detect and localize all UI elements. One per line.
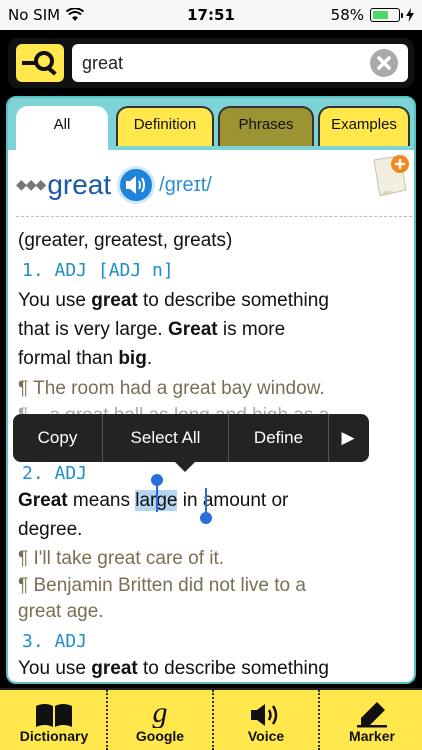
select-all-menu-item[interactable]: Select All: [103, 414, 229, 462]
tab-all[interactable]: All: [16, 106, 108, 150]
search-input[interactable]: [72, 44, 408, 82]
add-note-icon[interactable]: [372, 154, 410, 198]
google-label: Google: [135, 728, 185, 744]
headword-row: ◆◆◆ great /greɪt/: [16, 166, 212, 204]
sense-1-definition-end: formal than big.: [18, 348, 153, 369]
status-bar: No SIM 17:51 58%: [0, 0, 422, 30]
tab-definition[interactable]: Definition: [116, 106, 214, 146]
marker-label: Marker: [349, 728, 395, 744]
pronounce-button[interactable]: [117, 166, 156, 204]
tab-phrases[interactable]: Phrases: [218, 106, 314, 146]
divider: [16, 216, 412, 217]
charging-icon: [406, 8, 414, 22]
headword: great: [47, 169, 112, 200]
dictionary-button[interactable]: Dictionary: [2, 690, 106, 750]
more-menu-arrow[interactable]: ▶: [329, 414, 367, 462]
voice-label: Voice: [247, 728, 285, 744]
sense-2-definition: Great means large in amount or: [18, 490, 289, 511]
example-3: ¶ I'll take great care of it.: [18, 548, 225, 569]
search-field[interactable]: [72, 44, 408, 82]
sense-1-definition: You use great to describe something: [18, 290, 329, 311]
inflections: (greater, greatest, greats): [18, 230, 233, 251]
speaker-icon: [251, 704, 278, 726]
pronunciation: /greɪt/: [159, 173, 212, 196]
sense-1-label: 1. ADJ [ADJ n]: [22, 260, 174, 281]
battery-icon: [370, 8, 403, 22]
sense-1-definition-cont: that is very large. Great is more: [18, 319, 286, 340]
menu-pointer: [173, 460, 197, 472]
sense-3-definition: You use great to describe something: [18, 658, 329, 679]
voice-button[interactable]: Voice: [214, 690, 318, 750]
dictionary-panel: All Definition Phrases Examples ◆◆◆ grea…: [6, 96, 416, 684]
search-icon: [22, 51, 57, 76]
sense-3-label: 3. ADJ: [22, 631, 88, 652]
close-icon: [377, 56, 391, 70]
example-4-cont: great age.: [18, 601, 104, 622]
search-button[interactable]: [16, 44, 64, 82]
tab-bar: All Definition Phrases Examples: [8, 98, 414, 150]
google-button[interactable]: g Google: [108, 690, 212, 750]
selection-end-handle[interactable]: [200, 512, 212, 524]
speaker-icon: [126, 176, 146, 194]
frequency-diamonds: ◆◆◆: [16, 177, 46, 193]
battery-percent: 58%: [330, 6, 364, 24]
google-icon: g: [153, 698, 168, 728]
bottom-toolbar: Dictionary g Google Voice Marker: [0, 688, 422, 750]
text-context-menu: Copy Select All Define ▶: [13, 414, 369, 472]
marker-button[interactable]: Marker: [320, 690, 422, 750]
clear-search-button[interactable]: [370, 49, 398, 77]
sense-2-label: 2. ADJ: [22, 463, 88, 484]
search-bar: [8, 38, 414, 88]
tab-examples[interactable]: Examples: [318, 106, 410, 146]
copy-menu-item[interactable]: Copy: [13, 414, 103, 462]
selection-start-caret: [156, 484, 158, 512]
svg-text:g: g: [153, 698, 168, 728]
example-4: ¶ Benjamin Britten did not live to a: [18, 575, 306, 596]
book-icon: [36, 704, 72, 727]
dictionary-label: Dictionary: [19, 728, 89, 744]
marker-icon: [357, 702, 387, 728]
define-menu-item[interactable]: Define: [229, 414, 329, 462]
sense-2-definition-cont: degree.: [18, 519, 83, 540]
example-1: ¶ The room had a great bay window.: [18, 378, 325, 399]
